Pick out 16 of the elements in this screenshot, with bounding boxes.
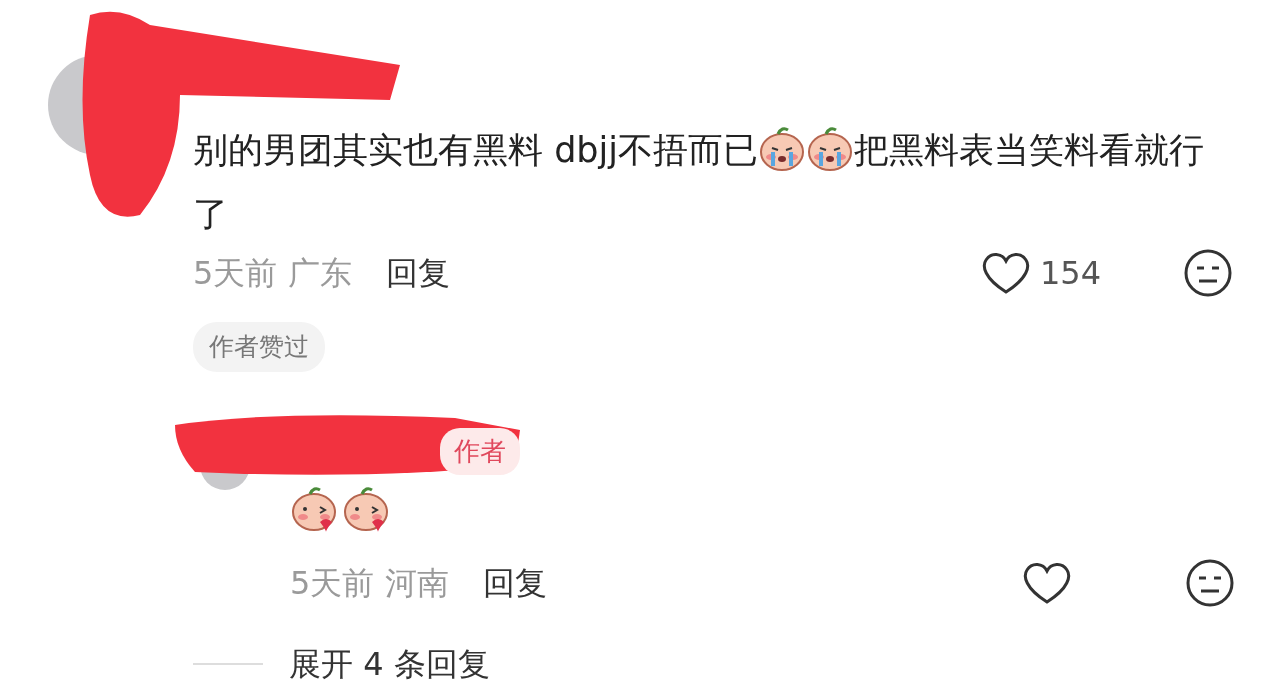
neutral-face-icon[interactable]	[1183, 248, 1233, 298]
author-tag: 作者	[440, 428, 520, 475]
neutral-face-icon[interactable]	[1185, 558, 1235, 608]
comment-time: 5天前 广东	[193, 253, 352, 294]
kissing-peach-icon	[342, 486, 390, 532]
author-liked-badge: 作者赞过	[193, 322, 325, 372]
like-icon[interactable]	[1021, 560, 1073, 606]
expand-replies-link[interactable]: 展开 4 条回复	[289, 640, 490, 687]
reply-time: 5天前 河南	[290, 563, 449, 604]
reply-link[interactable]: 回复	[385, 249, 450, 297]
kissing-peach-icon	[290, 486, 338, 532]
comment-text: 别的男团其实也有黑料 dbjj不捂而已 把黑料表当笑料看就行了	[193, 118, 1233, 246]
crying-peach-icon	[806, 126, 854, 172]
crying-peach-icon	[758, 126, 806, 172]
reply-link[interactable]: 回复	[482, 559, 547, 607]
like-count: 154	[1039, 253, 1101, 294]
